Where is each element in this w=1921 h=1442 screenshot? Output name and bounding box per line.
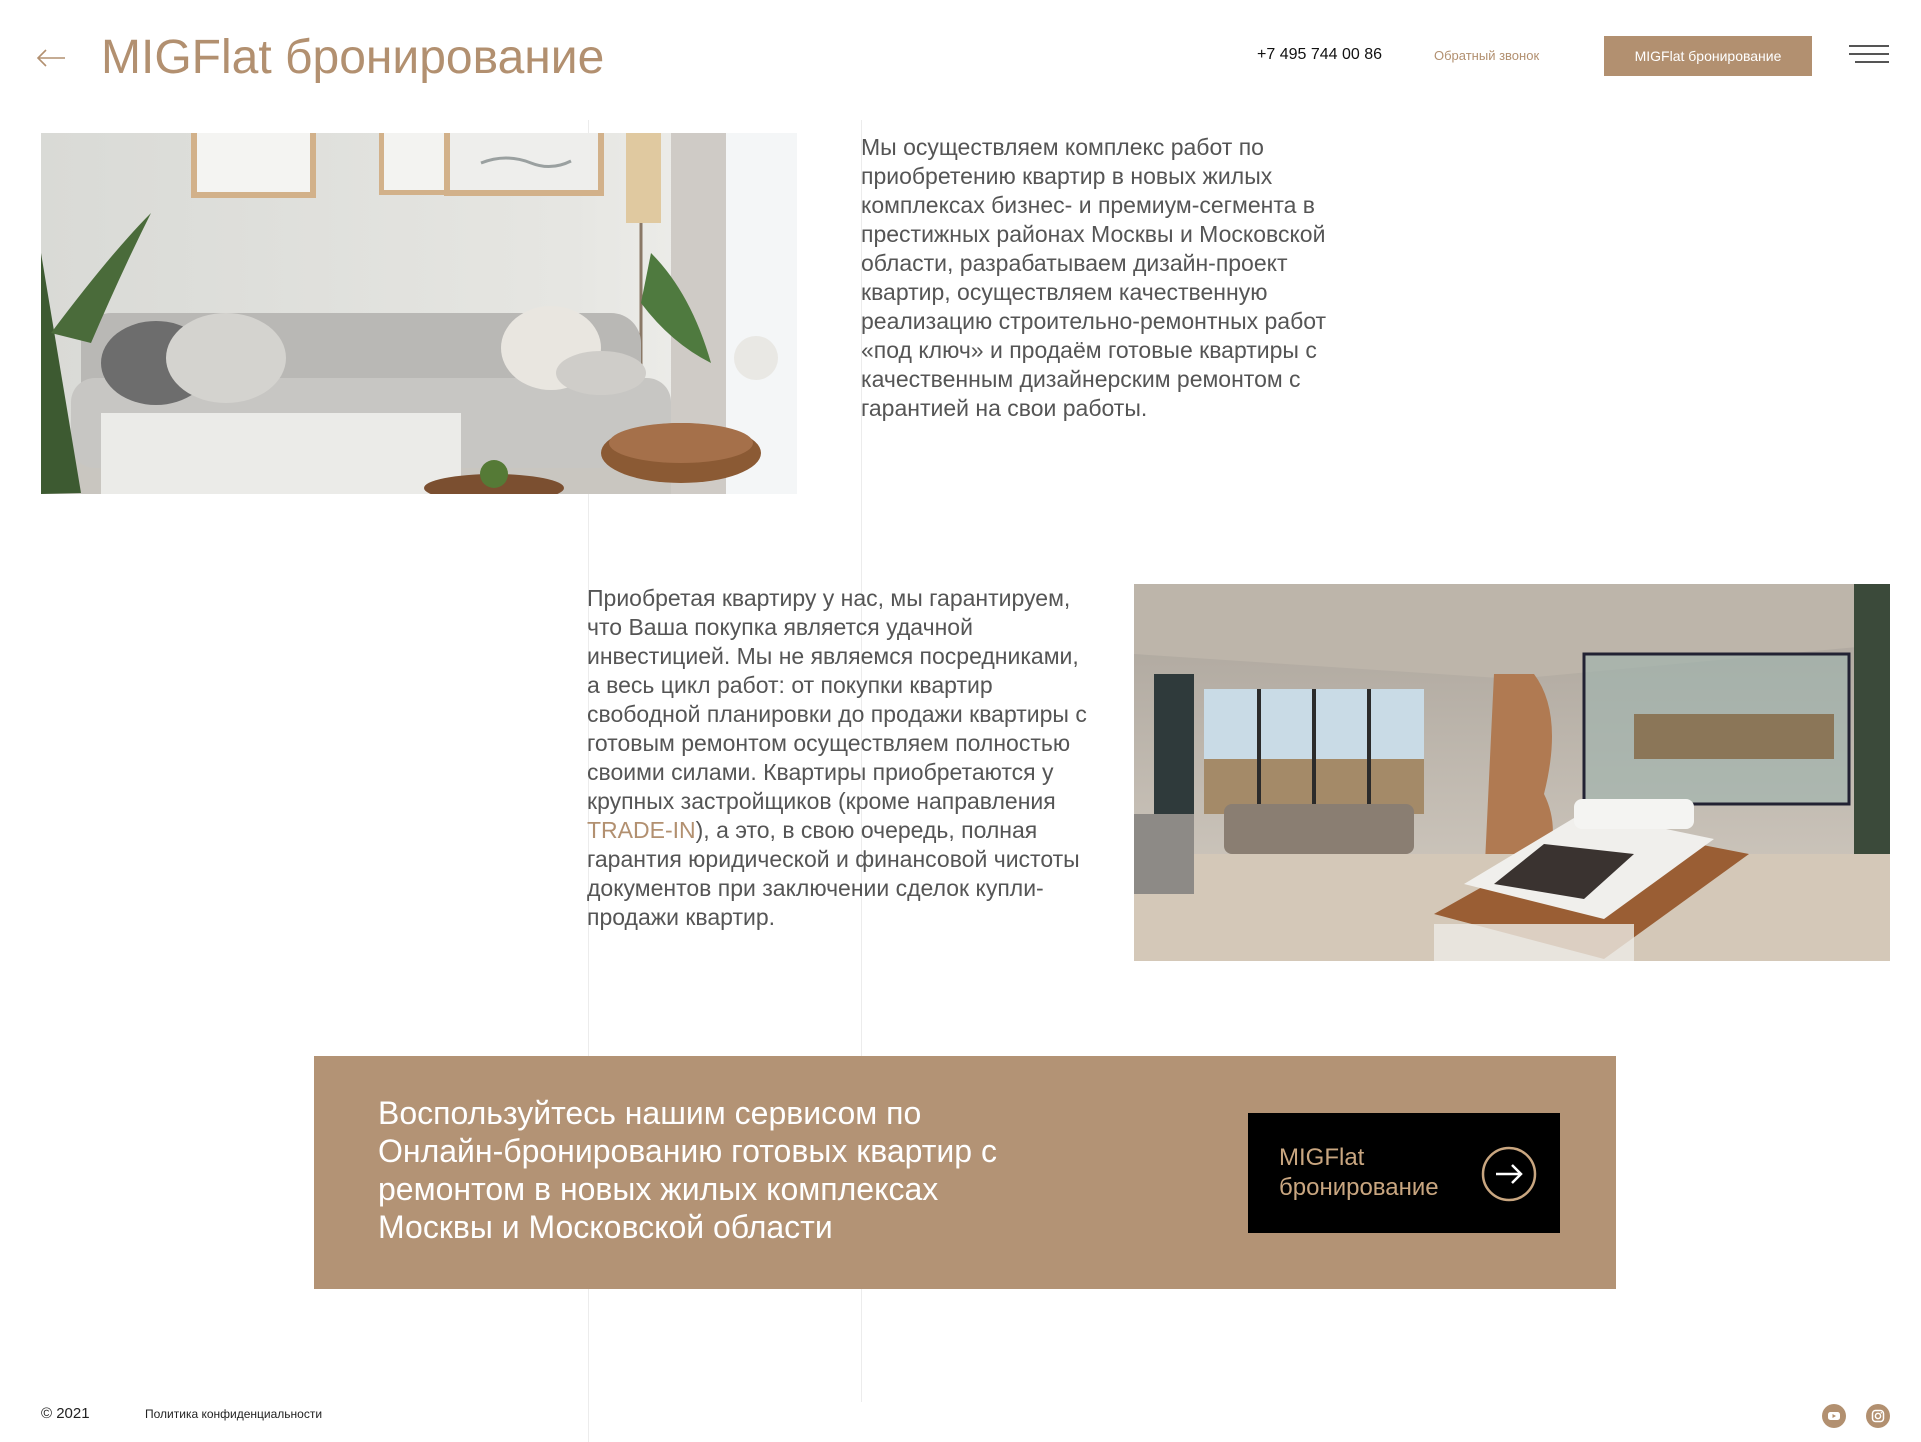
- trade-in-link[interactable]: TRADE-IN: [587, 817, 696, 843]
- intro-paragraph: Мы осуществляем комплекс работ по приобр…: [861, 134, 1327, 421]
- promo-button-label: MIGFlat бронирование: [1279, 1144, 1439, 1201]
- bedroom-photo: [1134, 584, 1890, 961]
- phone-link[interactable]: +7 495 744 00 86: [1257, 46, 1382, 64]
- instagram-icon[interactable]: [1866, 1404, 1890, 1428]
- callback-link[interactable]: Обратный звонок: [1434, 48, 1539, 63]
- page-title: MIGFlat бронирование: [101, 31, 605, 84]
- guarantee-paragraph: Приобретая квартиру у нас, мы гарантируе…: [587, 584, 1097, 932]
- booking-button[interactable]: MIGFlat бронирование: [1604, 36, 1812, 76]
- arrow-right-circle-icon: [1481, 1146, 1537, 1202]
- living-room-photo: [41, 133, 797, 494]
- copyright: © 2021: [41, 1405, 90, 1422]
- promo-booking-button[interactable]: MIGFlat бронирование: [1248, 1113, 1560, 1233]
- promo-banner: Воспользуйтесь нашим сервисом по Онлайн-…: [314, 1056, 1616, 1289]
- arrow-left-icon[interactable]: [36, 47, 66, 69]
- promo-text: Воспользуйтесь нашим сервисом по Онлайн-…: [378, 1095, 997, 1245]
- paragraph-text: Приобретая квартиру у нас, мы гарантируе…: [587, 585, 1087, 814]
- privacy-policy-link[interactable]: Политика конфиденциальности: [145, 1407, 322, 1421]
- hamburger-menu-icon[interactable]: [1849, 45, 1889, 67]
- youtube-icon[interactable]: [1822, 1404, 1846, 1428]
